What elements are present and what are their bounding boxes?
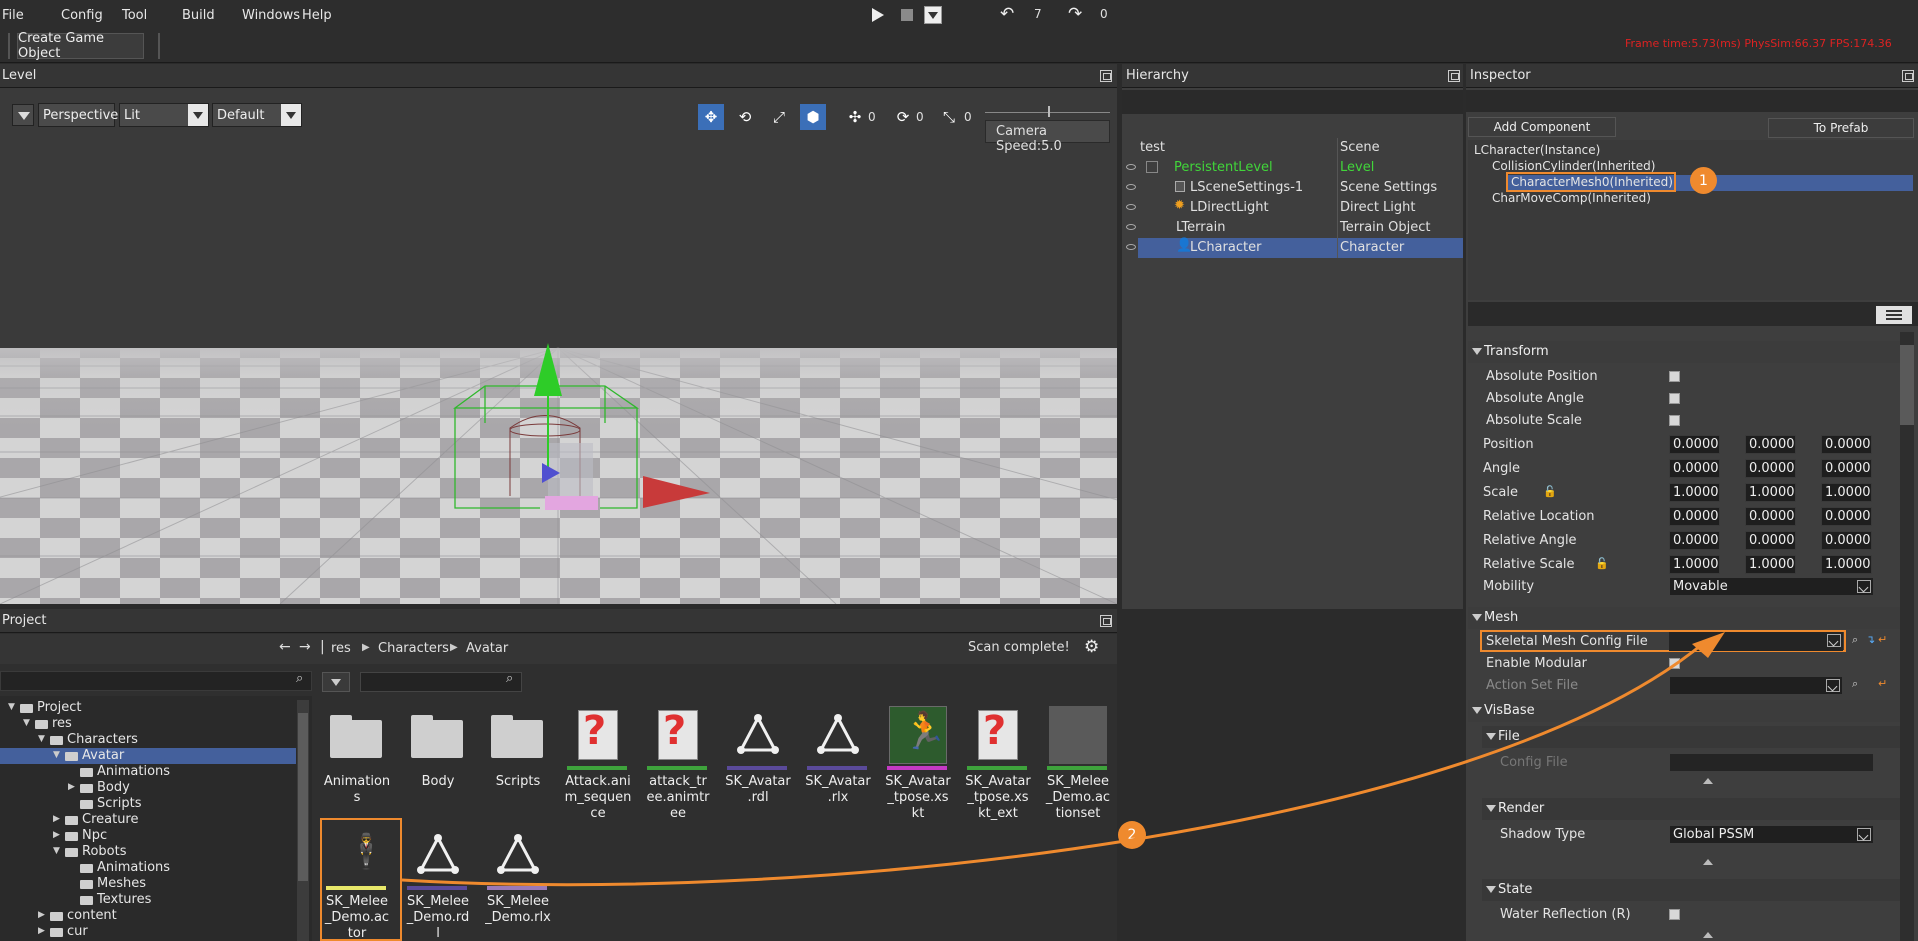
- drag-arrow-overlay: [401, 632, 1725, 887]
- arrow-head-icon: [1692, 632, 1725, 658]
